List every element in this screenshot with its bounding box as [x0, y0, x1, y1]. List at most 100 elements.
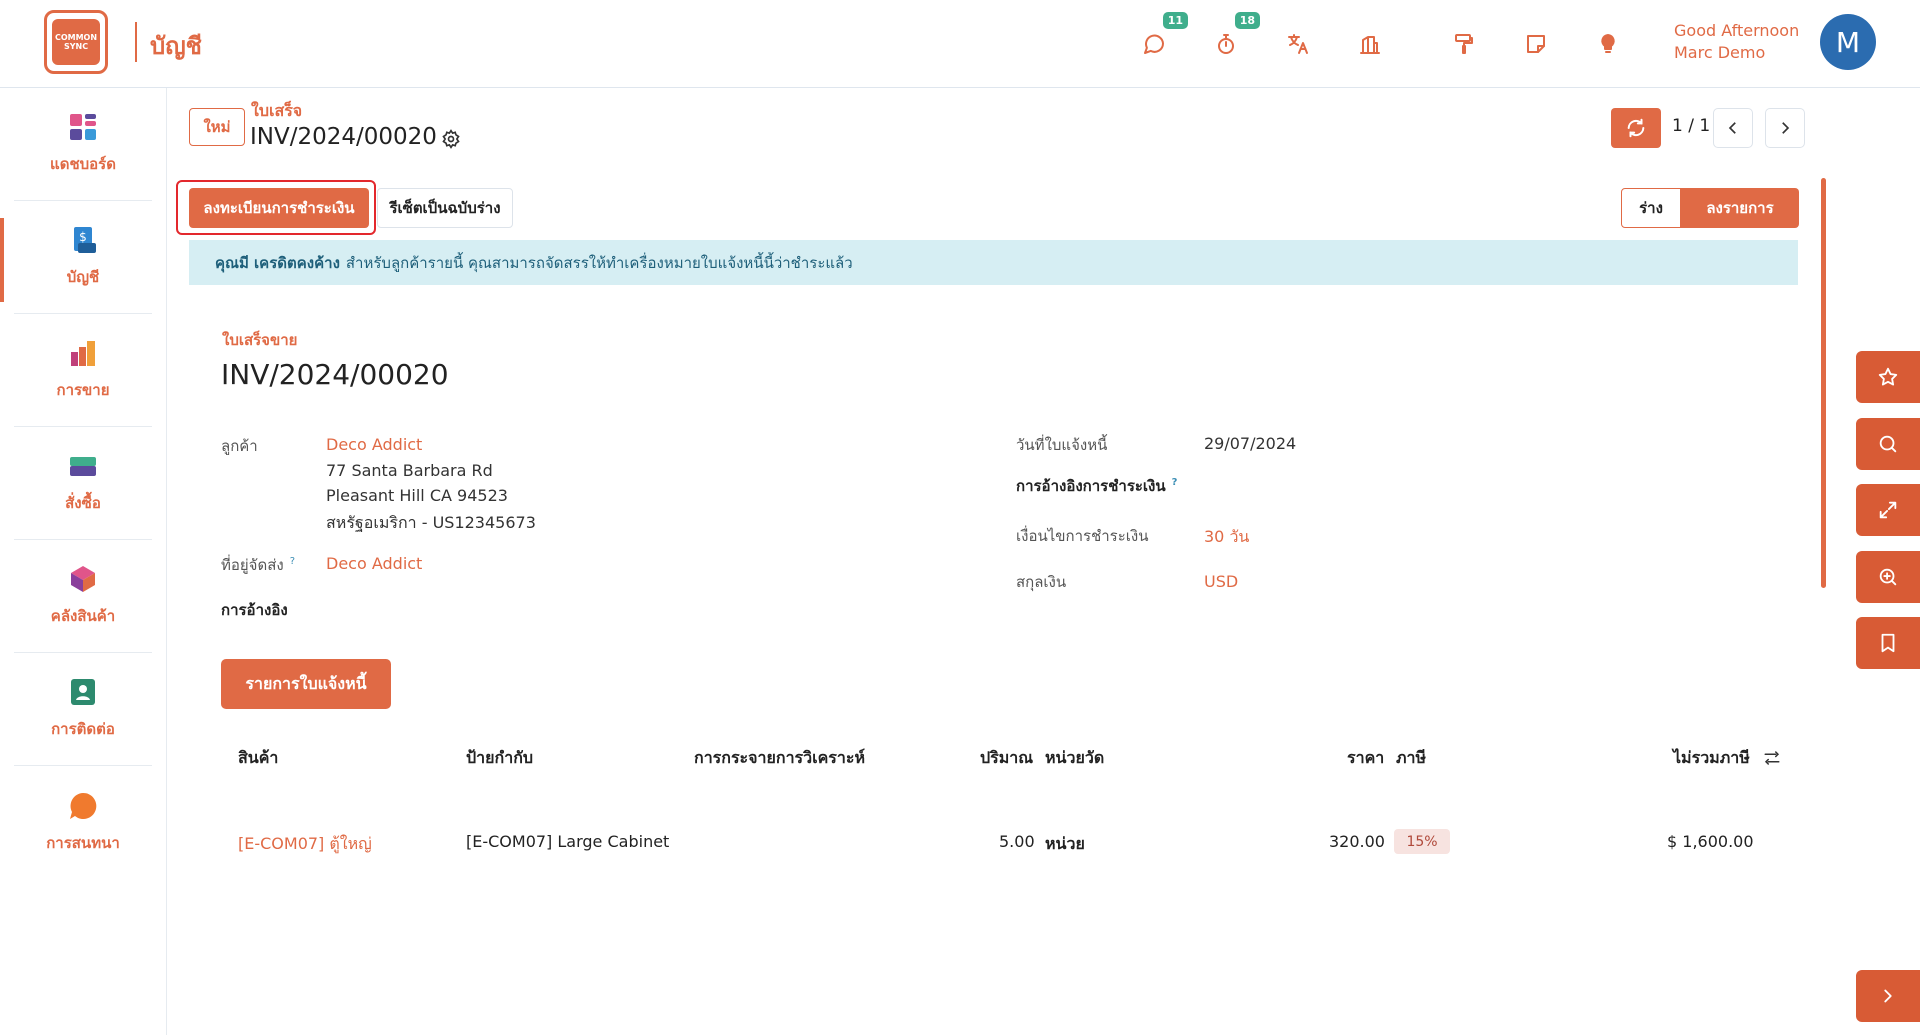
row-uom[interactable]: หน่วย [1045, 832, 1085, 857]
chevron-right-icon [1782, 122, 1790, 134]
document-name: INV/2024/00020 [221, 358, 449, 391]
alert-text: สำหรับลูกค้ารายนี้ คุณสามารถจัดสรรให้ทำเ… [345, 253, 853, 272]
payment-reference-label: การอ้างอิงการชำระเงิน? [1016, 474, 1177, 498]
sidebar-active-indicator [0, 218, 4, 302]
chat-icon[interactable]: 11 [1136, 12, 1188, 62]
app-title[interactable]: บัญชี [150, 26, 202, 65]
breadcrumb-parent[interactable]: ใบเสร็จ [251, 99, 302, 124]
lightbulb-icon[interactable] [1590, 26, 1626, 62]
user-avatar[interactable]: M [1820, 14, 1876, 70]
box-icon [71, 566, 95, 592]
bookmark-icon [1881, 633, 1895, 653]
help-icon[interactable]: ? [1172, 477, 1178, 488]
card-icon [70, 457, 96, 476]
customer-label: ลูกค้า [221, 437, 258, 455]
reference-label: การอ้างอิง [221, 601, 288, 619]
row-price[interactable]: 320.00 [1329, 832, 1385, 851]
bookmark-button[interactable] [1856, 617, 1920, 669]
address-line: สหรัฐอเมริกา - US12345673 [326, 513, 536, 532]
refresh-icon [1627, 118, 1645, 138]
invoice-date-field[interactable]: 29/07/2024 [1204, 434, 1296, 453]
expand-icon [1879, 501, 1897, 519]
collapse-panel-button[interactable] [1856, 970, 1920, 1022]
payment-terms-field[interactable]: 30 วัน [1204, 525, 1249, 550]
register-payment-button[interactable]: ลงทะเบียนการชำระเงิน [189, 188, 369, 228]
sidebar-item-contacts[interactable]: การติดต่อ [14, 653, 152, 766]
favorite-button[interactable] [1856, 351, 1920, 403]
messages-badge: 11 [1162, 12, 1188, 29]
top-bar: COMMON SYNC บัญชี 11 18 Good Afternoon M… [0, 0, 1920, 88]
sidebar-item-label: คลังสินค้า [50, 607, 116, 625]
timer-icon[interactable]: 18 [1208, 12, 1260, 62]
star-icon [1878, 367, 1898, 386]
gear-icon[interactable] [441, 129, 461, 149]
sidebar: แดชบอร์ด $ บัญชี การขาย สั่งซื้อ คลังสิน… [0, 88, 167, 1035]
greeting-text: Good Afternoon [1674, 21, 1800, 40]
column-settings-icon[interactable] [1763, 749, 1781, 767]
pager-previous-button[interactable] [1713, 108, 1753, 148]
column-header-label[interactable]: ป้ายกำกับ [466, 746, 533, 771]
zoom-in-icon [1879, 568, 1897, 586]
column-header-taxes[interactable]: ภาษี [1396, 746, 1426, 771]
address-line: 77 Santa Barbara Rd [326, 461, 493, 480]
row-label[interactable]: [E-COM07] Large Cabinet [466, 832, 669, 851]
logo-divider [135, 22, 137, 62]
translate-icon[interactable] [1280, 26, 1316, 62]
alert-bold-text[interactable]: คุณมี เครดิตคงค้าง [215, 251, 340, 275]
currency-label: สกุลเงิน [1016, 573, 1067, 591]
scrollbar[interactable] [1821, 178, 1826, 588]
note-icon[interactable] [1518, 26, 1554, 62]
search-icon [1879, 435, 1897, 453]
payment-reference-label-text: การอ้างอิงการชำระเงิน [1016, 477, 1166, 495]
sidebar-item-inventory[interactable]: คลังสินค้า [14, 540, 152, 653]
column-header-product[interactable]: สินค้า [238, 746, 278, 771]
chevron-right-icon [1884, 989, 1892, 1003]
status-posted[interactable]: ลงรายการ [1681, 188, 1799, 228]
new-button[interactable]: ใหม่ [189, 108, 245, 146]
delivery-address-label-text: ที่อยู่จัดส่ง [221, 556, 284, 574]
status-bar: ร่าง ลงรายการ [1621, 188, 1799, 228]
sidebar-item-sales[interactable]: การขาย [14, 314, 152, 427]
sidebar-item-purchase[interactable]: สั่งซื้อ [14, 427, 152, 540]
contact-card-icon [71, 679, 95, 705]
company-icon[interactable] [1352, 26, 1388, 62]
help-icon[interactable]: ? [290, 556, 295, 567]
delivery-address-label: ที่อยู่จัดส่ง? [221, 553, 295, 577]
address-line: Pleasant Hill CA 94523 [326, 486, 508, 505]
app-logo[interactable]: COMMON SYNC [44, 10, 108, 74]
column-header-subtotal[interactable]: ไม่รวมภาษี [1673, 746, 1750, 771]
pager-next-button[interactable] [1765, 108, 1805, 148]
refresh-button[interactable] [1611, 108, 1661, 148]
sidebar-item-discuss[interactable]: การสนทนา [14, 766, 152, 879]
sidebar-item-accounting[interactable]: $ บัญชี [14, 201, 152, 314]
column-header-quantity[interactable]: ปริมาณ [980, 746, 1033, 771]
search-button[interactable] [1856, 418, 1920, 470]
chat-bubble-icon [70, 792, 97, 819]
reset-to-draft-button[interactable]: รีเซ็ตเป็นฉบับร่าง [377, 188, 513, 228]
sidebar-item-label: บัญชี [66, 268, 100, 286]
currency-field[interactable]: USD [1204, 572, 1238, 591]
sidebar-item-label: การติดต่อ [51, 720, 115, 738]
paint-roller-icon[interactable] [1446, 26, 1482, 62]
sidebar-item-dashboard[interactable]: แดชบอร์ด [14, 88, 152, 201]
column-header-uom[interactable]: หน่วยวัด [1045, 746, 1104, 771]
row-quantity[interactable]: 5.00 [999, 832, 1035, 851]
row-product[interactable]: [E-COM07] ตู้ใหญ่ [238, 832, 372, 857]
tab-invoice-lines[interactable]: รายการใบแจ้งหนี้ [221, 659, 391, 709]
column-header-analytic[interactable]: การกระจายการวิเคราะห์ [694, 746, 865, 771]
customer-field[interactable]: Deco Addict [326, 435, 422, 454]
pager-counter[interactable]: 1 / 1 [1672, 116, 1710, 136]
sidebar-item-label: การสนทนา [46, 833, 120, 852]
delivery-address-field[interactable]: Deco Addict [326, 554, 422, 573]
user-name: Marc Demo [1674, 43, 1766, 62]
logo-text: COMMON SYNC [52, 19, 100, 65]
tax-badge[interactable]: 15% [1394, 829, 1450, 854]
sales-chart-icon [71, 341, 95, 366]
expand-button[interactable] [1856, 484, 1920, 536]
accounting-icon: $ [74, 227, 96, 253]
zoom-in-button[interactable] [1856, 551, 1920, 603]
status-draft[interactable]: ร่าง [1621, 188, 1681, 228]
column-header-price[interactable]: ราคา [1347, 746, 1384, 771]
document-type: ใบเสร็จขาย [222, 331, 298, 349]
outstanding-credit-alert: คุณมี เครดิตคงค้าง สำหรับลูกค้ารายนี้ คุ… [189, 240, 1798, 285]
